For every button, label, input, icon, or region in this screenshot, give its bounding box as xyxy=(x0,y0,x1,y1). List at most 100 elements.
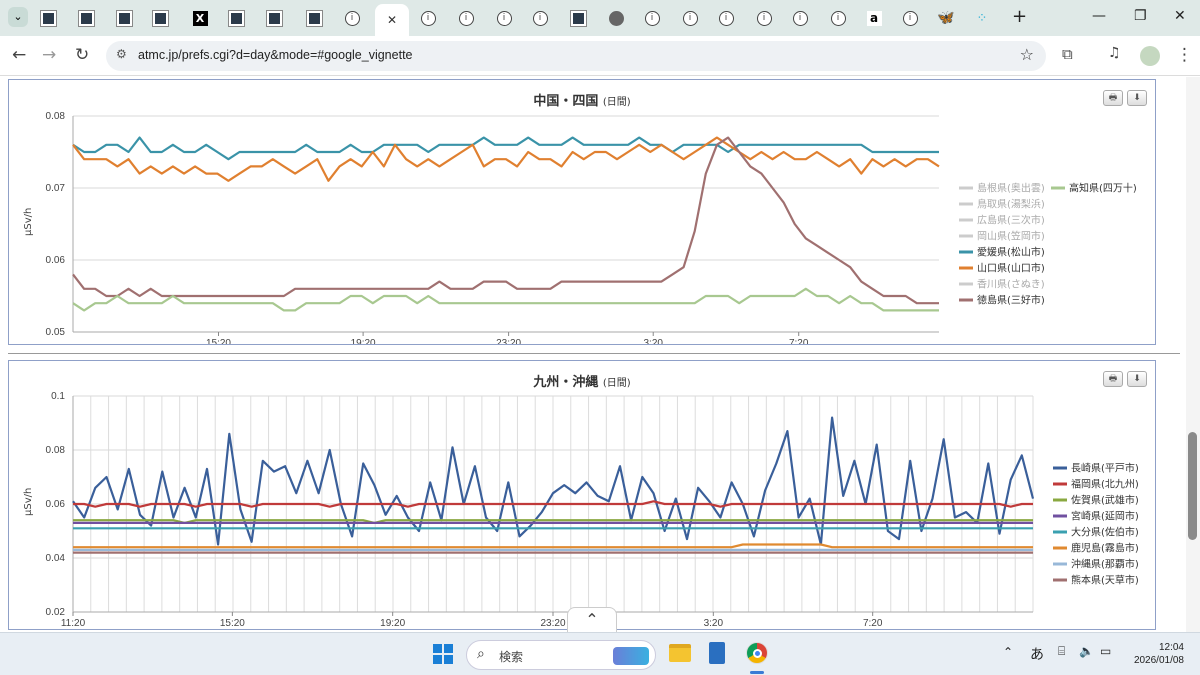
dark-square-icon xyxy=(115,9,133,27)
scrollbar[interactable] xyxy=(1186,77,1200,632)
browser-tab[interactable] xyxy=(146,6,174,30)
y-tick-label: 0.08 xyxy=(46,445,66,456)
legend-entry: 岡山県(笠岡市) xyxy=(977,230,1045,243)
browser-tab[interactable] xyxy=(602,6,630,30)
site-info-icon[interactable]: ⚙ xyxy=(116,47,127,61)
browser-tab[interactable] xyxy=(564,6,592,30)
clock-time[interactable]: 12:04 xyxy=(1159,642,1184,653)
notepad-icon[interactable] xyxy=(709,642,725,664)
browser-tab[interactable]: i xyxy=(638,6,666,30)
scrollbar-thumb[interactable] xyxy=(1188,432,1197,540)
tab-bar: ⌄ Xi ✕ i i i i i i i i i i a i 🦋 ⁘ + — ❐ ✕ xyxy=(0,0,1200,36)
browser-tab[interactable]: i xyxy=(526,6,554,30)
chrome-icon[interactable] xyxy=(746,642,768,664)
circle-i-icon: i xyxy=(718,10,734,26)
omnibox[interactable]: ⚙ atmc.jp/prefs.cgi?d=day&mode=#google_v… xyxy=(106,41,1046,71)
profile-avatar[interactable] xyxy=(1140,46,1160,66)
forward-button[interactable]: → xyxy=(42,45,56,65)
browser-tab[interactable] xyxy=(260,6,288,30)
legend-entry: 福岡県(北九州) xyxy=(1071,478,1139,491)
chart-chugoku-shikoku: 0.08 0.07 0.06 0.05 μSv/h 15:20 19:20 23:20 3:20… xyxy=(23,111,1137,344)
tray-chevron-up-icon[interactable]: ⌃ xyxy=(1003,645,1013,659)
chart-panel-kyushu-okinawa: 九州・沖縄 (日間) 🖶 ⬇ 0.1 0.08 0.06 0.04 0.02 μSv/h 1… xyxy=(8,360,1156,630)
y-tick-label: 0.04 xyxy=(46,553,66,564)
circle-i-icon: i xyxy=(902,10,918,26)
browser-tab[interactable]: i xyxy=(338,6,366,30)
network-icon[interactable]: ⌸ xyxy=(1058,644,1065,659)
browser-tab[interactable] xyxy=(300,6,328,30)
battery-icon[interactable]: ▭ xyxy=(1100,644,1111,658)
browser-tab[interactable] xyxy=(72,6,100,30)
dark-square-icon xyxy=(77,9,95,27)
x-tick-label: 11:20 xyxy=(61,618,86,629)
circle-i-icon: i xyxy=(532,10,548,26)
browser-tab[interactable]: i xyxy=(824,6,852,30)
toolbar: ← → ↻ ⚙ atmc.jp/prefs.cgi?d=day&mode=#go… xyxy=(0,36,1200,76)
legend-entry: 徳島県(三好市) xyxy=(977,294,1045,307)
ime-indicator[interactable]: あ xyxy=(1030,644,1044,664)
page-content: 中国・四国 (日間) 🖶 ⬇ 0.08 0.07 0.06 0.05 μSv/h 15:2… xyxy=(0,77,1200,632)
circle-i-icon: i xyxy=(644,10,660,26)
circle-i-icon: i xyxy=(756,10,772,26)
x-tick-label: 15:20 xyxy=(206,338,231,344)
legend-entry: 沖縄県(那覇市) xyxy=(1071,558,1139,571)
y-tick-label: 0.07 xyxy=(46,183,66,194)
extensions-icon[interactable]: ⧉ xyxy=(1062,45,1073,63)
dark-square-icon xyxy=(265,9,283,27)
bookmark-star-icon[interactable]: ☆ xyxy=(1020,45,1034,64)
browser-tab[interactable]: i xyxy=(786,6,814,30)
browser-tab[interactable]: i xyxy=(676,6,704,30)
clock-date[interactable]: 2026/01/08 xyxy=(1134,655,1184,666)
y-tick-label: 0.02 xyxy=(46,607,66,618)
chevron-up-icon[interactable]: ⌃ xyxy=(567,607,617,632)
x-tick-label: 7:20 xyxy=(789,338,809,344)
menu-icon[interactable]: ⋮ xyxy=(1176,45,1193,65)
circle-i-icon: i xyxy=(830,10,846,26)
browser-tab[interactable]: i xyxy=(414,6,442,30)
media-control-icon[interactable]: ♫ xyxy=(1108,45,1121,61)
minimize-button[interactable]: — xyxy=(1092,8,1106,24)
windows-start-icon[interactable] xyxy=(433,644,453,664)
close-window-button[interactable]: ✕ xyxy=(1174,8,1186,24)
browser-tab[interactable]: i xyxy=(452,6,480,30)
legend-entry: 鹿児島(霧島市) xyxy=(1071,542,1139,555)
x-tick-label: 3:20 xyxy=(704,618,724,629)
browser-tab[interactable] xyxy=(34,6,62,30)
url-text[interactable]: atmc.jp/prefs.cgi?d=day&mode=#google_vig… xyxy=(138,48,413,62)
legend-entry: 宮崎県(延岡市) xyxy=(1071,510,1139,523)
close-icon[interactable]: ✕ xyxy=(385,13,400,28)
back-button[interactable]: ← xyxy=(12,45,26,65)
reload-button[interactable]: ↻ xyxy=(75,45,89,65)
taskbar-search-box[interactable]: ⌕ 検索 xyxy=(466,640,656,670)
browser-tab[interactable]: i xyxy=(896,6,924,30)
volume-icon[interactable]: 🔈 xyxy=(1079,644,1094,658)
series-line xyxy=(72,136,939,305)
y-tick-label: 0.06 xyxy=(46,499,66,510)
y-tick-label: 0.06 xyxy=(46,255,66,266)
browser-tab[interactable]: a xyxy=(860,6,888,30)
x-tick-label: 19:20 xyxy=(351,338,376,344)
search-icon: ⌕ xyxy=(477,646,485,662)
circle-i-icon: i xyxy=(682,10,698,26)
tab-search-button[interactable]: ⌄ xyxy=(8,7,28,27)
restore-button[interactable]: ❐ xyxy=(1134,8,1147,24)
file-explorer-icon[interactable] xyxy=(669,644,691,662)
browser-tab[interactable]: i xyxy=(750,6,778,30)
browser-tab[interactable]: i xyxy=(712,6,740,30)
x-tick-label: 19:20 xyxy=(380,618,405,629)
browser-tab[interactable]: i xyxy=(490,6,518,30)
legend-entry: 山口県(山口市) xyxy=(977,262,1045,275)
new-tab-button[interactable]: + xyxy=(1012,6,1027,27)
browser-tab[interactable]: X xyxy=(186,6,214,30)
browser-tab[interactable]: 🦋 xyxy=(932,6,960,30)
search-highlight-icon xyxy=(613,647,649,665)
legend-entry: 鳥取県(湯梨浜) xyxy=(977,198,1045,211)
dots-icon: ⁘ xyxy=(976,10,988,26)
x-tick-label: 15:20 xyxy=(220,618,245,629)
dark-square-icon xyxy=(39,9,57,27)
browser-tab[interactable] xyxy=(110,6,138,30)
browser-tab[interactable]: ⁘ xyxy=(968,6,996,30)
browser-tab[interactable] xyxy=(222,6,250,30)
browser-tab[interactable]: ✕ xyxy=(375,4,409,36)
legend-entry: 島根県(奥出雲) xyxy=(977,182,1045,195)
